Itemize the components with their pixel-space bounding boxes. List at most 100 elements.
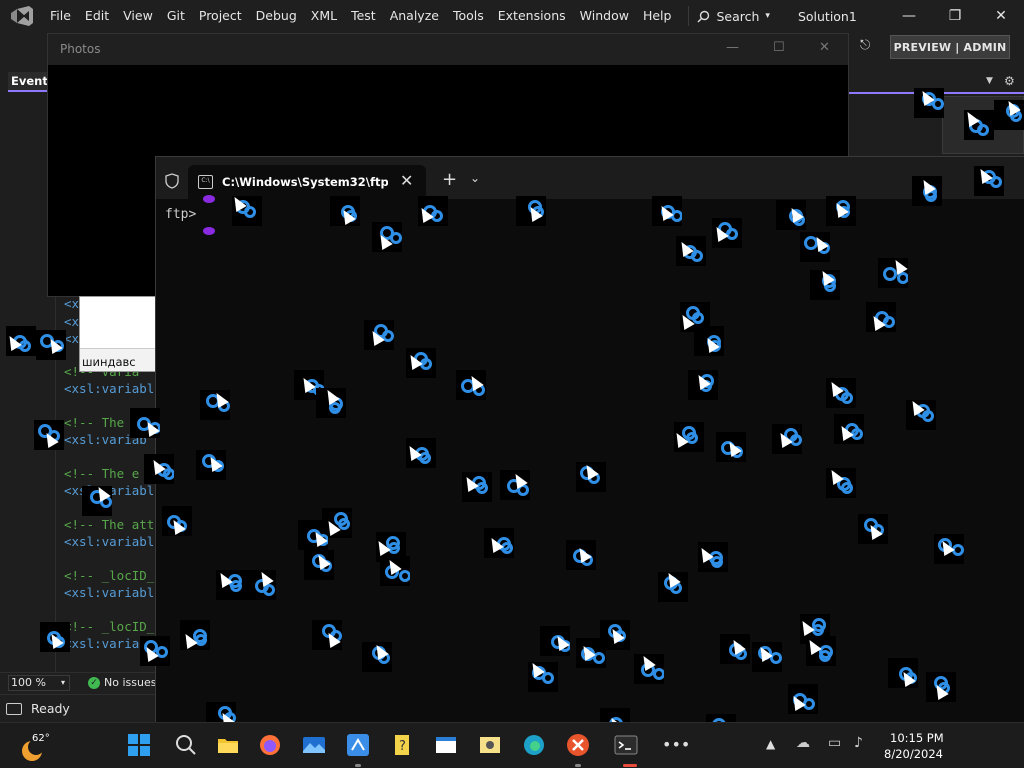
chevron-down-icon[interactable]: ⌄: [470, 171, 480, 185]
cursor-artifact: [406, 348, 436, 378]
firefox-icon[interactable]: [258, 733, 282, 757]
minimize-icon: —: [902, 8, 916, 24]
tray-chevron-up-icon[interactable]: ▲: [766, 737, 775, 751]
close-button[interactable]: ✕: [978, 0, 1024, 32]
active-indicator: [355, 764, 361, 767]
gear-icon[interactable]: ⚙: [1004, 74, 1015, 88]
visual-studio-taskbar-icon[interactable]: [346, 733, 370, 757]
cursor-artifact: [674, 422, 704, 452]
cursor-artifact: [866, 302, 896, 332]
taskbar: 62° ? ••• ▲ ☁ ▭ ♪ 10:15 PM 8/20/2024: [0, 722, 1024, 768]
restore-button[interactable]: ❐: [932, 0, 978, 32]
windows-start-icon[interactable]: [127, 733, 151, 757]
code-line: <x: [64, 331, 80, 346]
code-line: <x: [64, 314, 80, 329]
zoom-selector[interactable]: 100 % ▾: [8, 674, 70, 691]
spinner-ring-icon: [883, 316, 895, 328]
photos-title: Photos: [60, 42, 101, 56]
cursor-artifact: [418, 196, 448, 226]
cursor-artifact: [484, 528, 514, 558]
new-tab-button[interactable]: +: [442, 169, 457, 190]
spinner-ring-icon: [653, 668, 664, 680]
cursor-artifact: [196, 450, 226, 480]
cursor-artifact: [36, 330, 66, 360]
network-icon[interactable]: ☁: [796, 735, 820, 759]
window-app-icon[interactable]: [434, 733, 458, 757]
minimize-button[interactable]: —: [886, 0, 932, 32]
cursor-artifact: [200, 390, 230, 420]
help-icon[interactable]: ?: [391, 733, 415, 757]
search-icon: [697, 10, 710, 22]
issues-indicator[interactable]: ✓ No issues: [88, 676, 156, 689]
terminal-icon[interactable]: [614, 733, 638, 757]
cursor-artifact: [788, 684, 818, 714]
file-explorer-icon[interactable]: [216, 733, 240, 757]
cursor-artifact: [826, 378, 856, 408]
menu-debug[interactable]: Debug: [249, 0, 304, 32]
weather-widget[interactable]: 62°: [22, 729, 62, 763]
spinner-ring-icon: [542, 672, 554, 684]
menu-analyze[interactable]: Analyze: [383, 0, 446, 32]
maximize-icon[interactable]: ☐: [773, 40, 785, 55]
spinner-ring-icon: [244, 206, 256, 218]
close-tab-icon[interactable]: ✕: [400, 171, 413, 190]
cursor-artifact: [912, 176, 942, 206]
cursor-artifact: [316, 388, 346, 418]
cursor-artifact: [304, 550, 334, 580]
terminal-prompt[interactable]: ftp>: [165, 207, 196, 222]
minimize-icon[interactable]: —: [726, 40, 739, 55]
visual-studio-logo-icon: [11, 6, 33, 26]
code-line: <!-- _locID_: [64, 619, 155, 634]
spinner-ring-icon: [691, 250, 703, 262]
close-icon[interactable]: ✕: [819, 40, 830, 55]
menu-file[interactable]: File: [43, 0, 78, 32]
clock-date[interactable]: 8/20/2024: [884, 747, 943, 761]
cursor-artifact: [878, 258, 908, 288]
terminal-titlebar: C:\ C:\Windows\System32\ftp.exe ✕ + ⌄: [156, 157, 1024, 199]
output-window-icon[interactable]: [6, 702, 22, 715]
active-indicator: [575, 764, 581, 767]
menu-view[interactable]: View: [116, 0, 160, 32]
cursor-artifact: [858, 514, 888, 544]
check-icon: ✓: [88, 676, 100, 689]
menu-extensions[interactable]: Extensions: [491, 0, 573, 32]
tab-overflow-icon[interactable]: ▼: [986, 76, 993, 86]
cursor-artifact: [462, 472, 492, 502]
menu-tools[interactable]: Tools: [446, 0, 491, 32]
edge-icon[interactable]: [522, 733, 546, 757]
cursor-artifact: [806, 636, 836, 666]
menu-test[interactable]: Test: [344, 0, 383, 32]
search-icon[interactable]: [174, 733, 198, 757]
cursor-artifact: [144, 454, 174, 484]
volume-icon[interactable]: ♪: [854, 735, 878, 759]
menu-help[interactable]: Help: [636, 0, 679, 32]
cursor-artifact: [688, 370, 718, 400]
display-icon[interactable]: ▭: [828, 735, 852, 759]
active-indicator: [623, 764, 637, 767]
photos-app-icon[interactable]: [302, 733, 326, 757]
spinner-ring-icon: [399, 570, 410, 582]
code-line: <xsl:variabl: [64, 534, 155, 549]
search-label: Search: [716, 8, 760, 24]
cursor-artifact: [914, 88, 944, 118]
terminal-tab[interactable]: C:\ C:\Windows\System32\ftp.exe ✕: [188, 165, 426, 199]
search-box[interactable]: Search ▾: [688, 6, 777, 26]
spinner-ring-icon: [922, 410, 934, 422]
menu-project[interactable]: Project: [192, 0, 249, 32]
more-apps-icon[interactable]: •••: [662, 735, 690, 759]
feedback-icon[interactable]: ⎋: [860, 38, 878, 56]
cursor-artifact: [216, 570, 246, 600]
menu-window[interactable]: Window: [573, 0, 636, 32]
command-prompt-icon: C:\: [198, 175, 213, 189]
cursor-artifact: [380, 556, 410, 586]
spinner-ring-icon: [711, 556, 723, 568]
cursor-artifact: [826, 196, 856, 226]
close-app-icon[interactable]: [566, 733, 590, 757]
clock-time[interactable]: 10:15 PM: [890, 731, 944, 745]
dialog-content: [80, 297, 155, 349]
menu-edit[interactable]: Edit: [78, 0, 116, 32]
cursor-artifact: [994, 100, 1024, 130]
tools-app-icon[interactable]: [478, 733, 502, 757]
menu-git[interactable]: Git: [160, 0, 192, 32]
menu-xml[interactable]: XML: [304, 0, 344, 32]
